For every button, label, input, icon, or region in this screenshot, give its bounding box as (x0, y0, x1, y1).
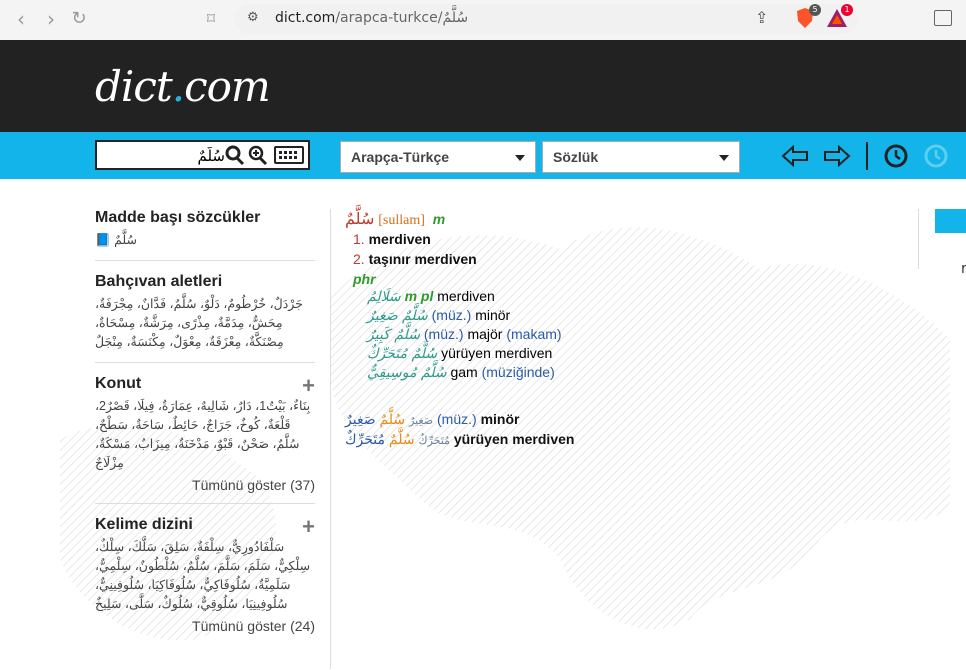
headword-link[interactable]: سُلَّمٌ (114, 233, 137, 247)
search-icon[interactable] (225, 144, 245, 172)
chevron-down-icon (719, 155, 729, 161)
right-panel-text: r (961, 261, 966, 277)
word-list[interactable]: بِنَاءٌ، بَيْتٌ1، دَارٌ، شَالِيهٌ، عِمَا… (95, 397, 315, 473)
entry-header: سُلَّمٌ [sullam] m (345, 209, 905, 229)
history-forward-icon[interactable] (922, 142, 950, 176)
url-host: dict.com (275, 10, 336, 26)
section-title: Konut (95, 375, 142, 392)
sense: 2. taşınır merdiven (353, 251, 477, 267)
back-icon[interactable]: ‹ (10, 8, 32, 30)
search-bar: Arapça-Türkçe Sözlük (0, 132, 966, 179)
reader-mode-icon[interactable] (934, 10, 952, 26)
brave-badge: 5 (809, 4, 821, 16)
right-panel: r (918, 209, 966, 277)
search-input[interactable] (103, 144, 227, 168)
entry-headword: سُلَّمٌ (345, 211, 375, 228)
housing-section: Konut + بِنَاءٌ، بَيْتٌ1، دَارٌ، شَالِيه… (95, 373, 315, 504)
site-settings-icon[interactable]: ⚙ (247, 10, 259, 25)
history-icon[interactable] (882, 142, 910, 176)
content-area: Madde başı sözcükler 📘 سُلَّمٌ Bahçıvan … (0, 179, 966, 670)
entry-gender: m (432, 211, 446, 227)
bookmark-icon[interactable]: ⌑ (200, 8, 222, 30)
toolbar-divider (866, 142, 868, 170)
site-logo[interactable]: dict.com (95, 62, 271, 111)
word-index-section: Kelime dizini + سَلْفَادُورِيٌّ، سِلْفَة… (95, 514, 315, 644)
right-panel-tab[interactable] (935, 209, 966, 233)
share-icon[interactable]: ⇪ (755, 8, 768, 27)
search-box (95, 140, 310, 170)
headwords-section: Madde başı sözcükler 📘 سُلَّمٌ (95, 209, 315, 261)
dictionary-entry: سُلَّمٌ [sullam] m 1. merdiven 2. taşını… (345, 209, 905, 450)
expand-plus-icon[interactable]: + (302, 514, 315, 540)
section-title: Bahçıvan aletleri (95, 273, 223, 290)
sense: 1. merdiven (353, 231, 431, 247)
section-title: Kelime dizini (95, 516, 193, 533)
book-icon: 📘 (95, 233, 111, 247)
phrase-row: سَلَالِمُ m pl merdiven (367, 288, 495, 305)
forward-arrow-icon[interactable] (822, 142, 852, 176)
section-title: Madde başı sözcükler (95, 209, 261, 226)
rewards-icon[interactable]: 1 (825, 4, 853, 30)
show-all-link[interactable]: Tümünü göster (24) (95, 618, 315, 634)
chevron-down-icon (515, 155, 525, 161)
phrase-row: سُلَّمٌ مُوسِيقِيٌّ gam (müziğinde) (367, 364, 555, 381)
word-list[interactable]: جَرْدَلٌ، خُرْطُومٌ، دَلْوٌ، سُلَّمٌ، فَ… (95, 295, 315, 352)
garden-tools-section: Bahçıvan aletleri جَرْدَلٌ، خُرْطُومٌ، د… (95, 273, 315, 363)
phrase-label: phr (353, 271, 376, 287)
compound-row: صَغِيرٌ سُلَّمٌ صَغِيرٌ (müz.) minör (345, 411, 520, 427)
address-bar[interactable]: ⚙ dict.com/arapca-turkce/سُلَّمٌ ⇪ 5 1 (235, 4, 857, 34)
compound-row: مُتَحَرِّكٌ سُلَّمٌ مُتَحَرِّكٌ yürüyen … (345, 431, 575, 447)
phrase-row: سُلَّمٌ صَغِيرٌ (müz.) minör (367, 307, 511, 324)
column-divider (330, 209, 331, 669)
language-pair-select[interactable]: Arapça-Türkçe (340, 141, 536, 173)
phrase-row: سُلَّمٌ كَبِيرٌ (müz.) majör (makam) (367, 326, 562, 343)
sidebar: Madde başı sözcükler 📘 سُلَّمٌ Bahçıvan … (95, 209, 315, 656)
site-header: dict.com (0, 40, 966, 132)
expand-plus-icon[interactable]: + (302, 373, 315, 399)
url-path: /arapca-turkce/سُلَّمٌ (335, 10, 469, 26)
browser-toolbar: ‹ › ↻ ⌑ ⚙ dict.com/arapca-turkce/سُلَّمٌ… (0, 0, 966, 41)
compound-list: صَغِيرٌ سُلَّمٌ صَغِيرٌ (müz.) minör مُت… (345, 410, 905, 450)
back-arrow-icon[interactable] (780, 142, 810, 176)
rewards-badge: 1 (841, 4, 853, 16)
zoom-search-icon[interactable] (248, 144, 268, 172)
dictionary-select[interactable]: Sözlük (542, 141, 740, 173)
entry-transcription: [sullam] (378, 213, 425, 228)
word-list[interactable]: سَلْفَادُورِيٌّ، سِلْفَةٌ، سَلِقَ، سَلَّ… (95, 538, 315, 614)
reload-icon[interactable]: ↻ (68, 8, 90, 30)
show-all-link[interactable]: Tümünü göster (37) (95, 477, 315, 493)
phrase-row: سُلَّمٌ مُتَحَرِّكٌ yürüyen merdiven (367, 345, 553, 362)
keyboard-icon[interactable] (274, 146, 304, 164)
brave-shield-icon[interactable]: 5 (793, 4, 821, 30)
forward-icon[interactable]: › (40, 8, 62, 30)
